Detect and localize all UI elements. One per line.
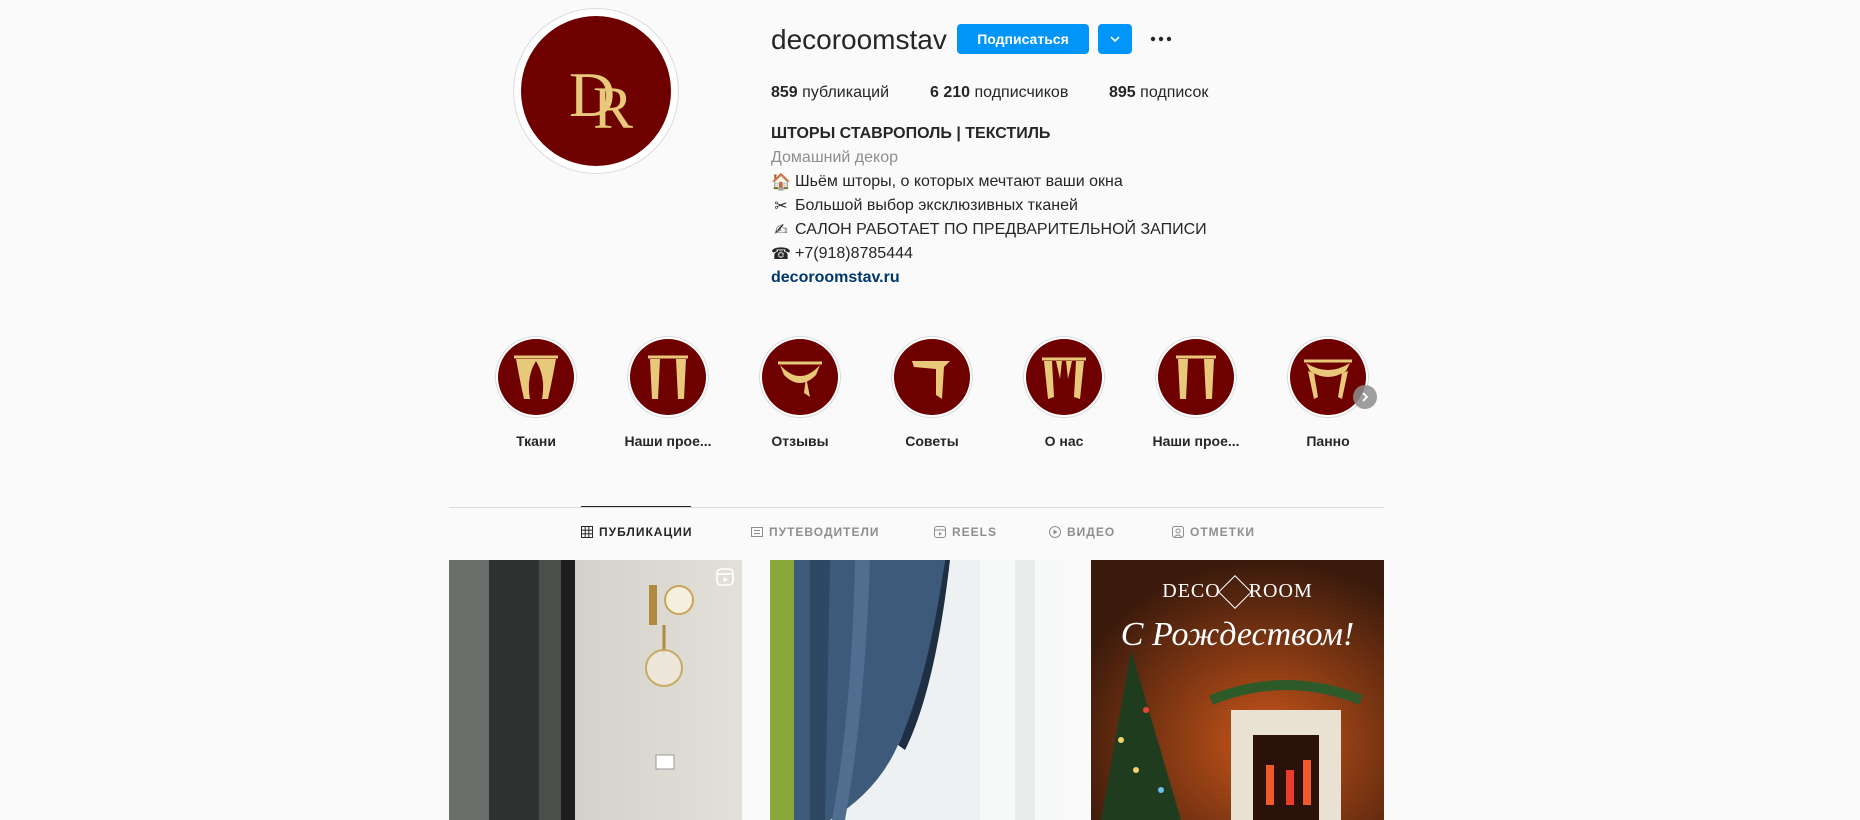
bio-line: ✍ САЛОН РАБОТАЕТ ПО ПРЕДВАРИТЕЛЬНОЙ ЗАПИ… xyxy=(771,218,1207,242)
post-thumbnail[interactable] xyxy=(770,560,1063,820)
curtain-icon xyxy=(912,361,950,399)
post-caption: С Рождеством! xyxy=(1120,616,1355,653)
reels-icon xyxy=(934,526,946,538)
bio-line-text: САЛОН РАБОТАЕТ ПО ПРЕДВАРИТЕЛЬНОЙ ЗАПИСИ xyxy=(795,221,1207,238)
highlight-cover xyxy=(627,336,709,418)
profile-avatar[interactable]: D R xyxy=(513,8,679,174)
tab-posts[interactable]: ПУБЛИКАЦИИ xyxy=(581,525,692,539)
stat-following-label: подписок xyxy=(1140,84,1209,101)
tabs-divider xyxy=(449,507,1384,508)
highlight-cover xyxy=(1023,336,1105,418)
tab-label: ПУБЛИКАЦИИ xyxy=(599,525,693,539)
highlight-item[interactable]: Наши прое... xyxy=(613,336,723,449)
stat-posts: 859 публикаций xyxy=(771,83,889,103)
follow-button[interactable]: Подписаться xyxy=(957,24,1089,54)
tab-video[interactable]: ВИДЕО xyxy=(1049,525,1115,539)
tab-active-indicator xyxy=(581,506,691,507)
highlight-cover xyxy=(1155,336,1237,418)
ellipsis-icon xyxy=(1150,36,1172,42)
tab-label: ПУТЕВОДИТЕЛИ xyxy=(769,525,880,539)
story-highlights: Ткани Наши прое... Отзывы Советы О нас Н… xyxy=(0,336,1860,466)
curtain-icon xyxy=(648,355,688,399)
more-options-button[interactable] xyxy=(1146,24,1176,54)
tab-tagged[interactable]: ОТМЕТКИ xyxy=(1172,525,1255,539)
stat-followers[interactable]: 6 210 подписчиков xyxy=(930,83,1068,103)
dr-monogram-icon: D R xyxy=(569,59,633,141)
bio-line-text: Большой выбор эксклюзивных тканей xyxy=(795,197,1078,214)
profile-bio: ШТОРЫ СТАВРОПОЛЬ | ТЕКСТИЛЬ Домашний дек… xyxy=(771,122,1207,290)
svg-text:R: R xyxy=(593,75,633,141)
highlight-label: О нас xyxy=(1044,433,1084,449)
highlight-item[interactable]: Наши прое... xyxy=(1141,336,1251,449)
scissors-icon: ✂ xyxy=(774,196,788,215)
chevron-right-icon xyxy=(1362,392,1369,402)
reels-icon xyxy=(716,568,734,586)
highlight-label: Советы xyxy=(905,433,959,449)
bio-line-text: Шьём шторы, о которых мечтают ваши окна xyxy=(795,173,1123,190)
highlight-item[interactable]: Ткани xyxy=(481,336,591,449)
bio-line: ☎ +7(918)8785444 xyxy=(771,242,1207,266)
tab-label: ВИДЕО xyxy=(1067,525,1116,539)
stat-followers-count: 6 210 xyxy=(930,84,971,101)
tab-reels[interactable]: REELS xyxy=(934,525,997,539)
profile-category: Домашний декор xyxy=(771,149,899,166)
tag-icon xyxy=(1172,526,1184,538)
curtain-icon xyxy=(1042,357,1086,399)
bio-line: ✂ Большой выбор эксклюзивных тканей xyxy=(771,194,1207,218)
highlight-cover xyxy=(891,336,973,418)
profile-website-link[interactable]: decoroomstav.ru xyxy=(771,269,900,286)
curtain-icon xyxy=(778,361,822,397)
post-brand-text: DECO ROOM xyxy=(1091,575,1384,610)
highlight-item[interactable]: Отзывы xyxy=(745,336,855,449)
stat-followers-label: подписчиков xyxy=(974,84,1069,101)
curtain-icon xyxy=(1176,355,1216,399)
highlight-label: Наши прое... xyxy=(624,433,712,449)
highlight-label: Панно xyxy=(1306,433,1350,449)
stat-following-count: 895 xyxy=(1109,84,1136,101)
grid-icon xyxy=(581,526,593,538)
video-icon xyxy=(1049,526,1061,538)
tab-label: REELS xyxy=(952,525,998,539)
suggested-dropdown-button[interactable] xyxy=(1098,24,1132,54)
stat-following[interactable]: 895 подписок xyxy=(1109,83,1208,103)
post-thumbnail[interactable] xyxy=(449,560,742,820)
bio-line-text: +7(918)8785444 xyxy=(795,245,913,262)
stat-posts-label: публикаций xyxy=(802,84,890,101)
post-photo-curtain-lamp xyxy=(449,560,742,820)
highlight-label: Наши прое... xyxy=(1152,433,1240,449)
curtain-icon xyxy=(514,355,558,399)
highlights-next-button[interactable] xyxy=(1353,385,1377,409)
profile-full-name: ШТОРЫ СТАВРОПОЛЬ | ТЕКСТИЛЬ xyxy=(771,125,1051,142)
curtain-icon xyxy=(1304,359,1352,399)
post-thumbnail[interactable]: DECO ROOM С Рождеством! xyxy=(1091,560,1384,820)
brand-logo: D R xyxy=(521,16,671,166)
highlight-label: Ткани xyxy=(516,433,556,449)
post-photo-blue-curtain xyxy=(770,560,1063,820)
telephone-icon: ☎ xyxy=(771,244,791,263)
house-icon: 🏠 xyxy=(771,172,791,191)
profile-tabs: ПУБЛИКАЦИИ ПУТЕВОДИТЕЛИ REELS ВИДЕО ОТМЕ… xyxy=(0,525,1860,545)
chevron-down-icon xyxy=(1110,36,1120,43)
highlight-cover xyxy=(495,336,577,418)
highlight-item[interactable]: Советы xyxy=(877,336,987,449)
highlight-cover xyxy=(759,336,841,418)
tab-guides[interactable]: ПУТЕВОДИТЕЛИ xyxy=(751,525,880,539)
highlight-item[interactable]: О нас xyxy=(1009,336,1119,449)
bio-line: 🏠 Шьём шторы, о которых мечтают ваши окн… xyxy=(771,170,1207,194)
profile-header: D R decoroomstav Подписаться 859 публика… xyxy=(0,0,1860,320)
writing-hand-icon: ✍ xyxy=(774,220,788,239)
tab-label: ОТМЕТКИ xyxy=(1190,525,1255,539)
stat-posts-count: 859 xyxy=(771,84,798,101)
guide-icon xyxy=(751,527,763,537)
highlight-label: Отзывы xyxy=(771,433,829,449)
profile-username: decoroomstav xyxy=(771,24,947,55)
